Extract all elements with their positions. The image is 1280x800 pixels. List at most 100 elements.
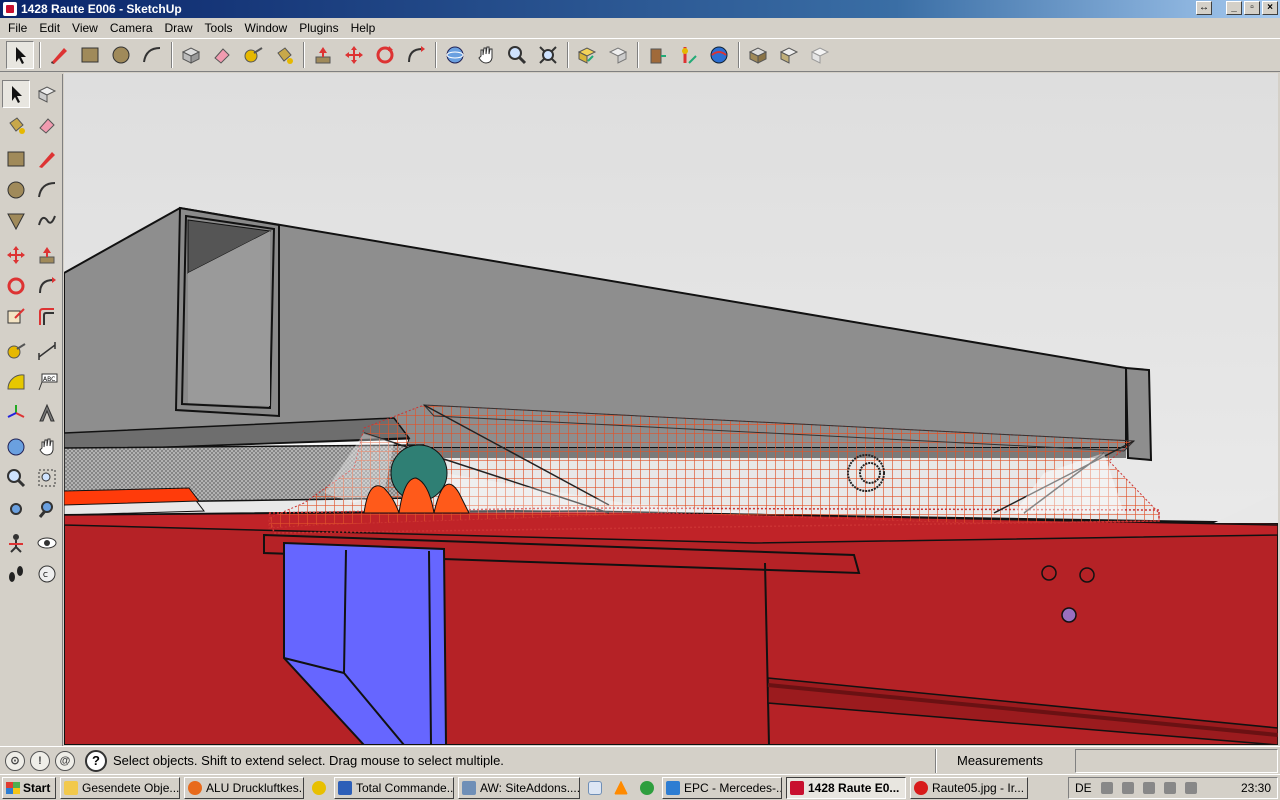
measurements-field[interactable]: [1075, 749, 1278, 773]
model-viewport[interactable]: [64, 73, 1278, 745]
look-around-icon[interactable]: [33, 529, 61, 557]
menu-help[interactable]: Help: [345, 21, 382, 35]
task-label: AW: SiteAddons....: [480, 780, 580, 795]
position-camera-icon[interactable]: [2, 529, 30, 557]
walk-footsteps-icon[interactable]: [2, 560, 30, 588]
user-icon[interactable]: @: [55, 750, 75, 771]
push-pull-icon[interactable]: [309, 41, 337, 69]
polygon-tool-icon[interactable]: [2, 207, 30, 235]
menu-view[interactable]: View: [66, 21, 104, 35]
task-sketchup[interactable]: 1428 Raute E0...: [786, 776, 906, 799]
pencil-tool-icon[interactable]: [33, 145, 61, 173]
components-icon[interactable]: [744, 41, 772, 69]
zoom-icon[interactable]: [2, 464, 30, 492]
rotate-tool-icon[interactable]: [371, 41, 399, 69]
task-total-commander[interactable]: Total Commande...: [334, 776, 454, 799]
language-indicator[interactable]: DE: [1075, 781, 1092, 795]
zoom-icon[interactable]: [503, 41, 531, 69]
paint-bucket-icon[interactable]: [270, 41, 298, 69]
next-view-icon[interactable]: [604, 41, 632, 69]
menu-edit[interactable]: Edit: [33, 21, 66, 35]
tray-expand-icon[interactable]: [1100, 782, 1113, 794]
select-tool-icon[interactable]: [6, 41, 34, 69]
zoom-extents-icon[interactable]: [2, 495, 30, 523]
maximize-button[interactable]: ▫: [1244, 1, 1260, 15]
previous-camera-icon[interactable]: [33, 495, 61, 523]
zoom-extents-icon[interactable]: [534, 41, 562, 69]
arc-tool-icon[interactable]: [138, 41, 166, 69]
clock[interactable]: 23:30: [1241, 781, 1271, 795]
app-icon: [312, 780, 326, 795]
rectangle-tool-icon[interactable]: [76, 41, 104, 69]
make-component-icon[interactable]: [177, 41, 205, 69]
select-tool-icon[interactable]: [2, 80, 30, 108]
offset-tool-icon[interactable]: [33, 303, 61, 331]
flag-icon[interactable]: [1121, 782, 1134, 794]
paint-bucket-icon[interactable]: [2, 111, 30, 139]
rectangle-tool-icon[interactable]: [2, 145, 30, 173]
follow-me-icon[interactable]: [402, 41, 430, 69]
tape-measure-icon[interactable]: [239, 41, 267, 69]
menu-plugins[interactable]: Plugins: [293, 21, 344, 35]
arc-tool-icon[interactable]: [33, 176, 61, 204]
quicklaunch-item[interactable]: [584, 777, 606, 799]
text-tool-icon[interactable]: ABC: [33, 368, 61, 396]
orbit-icon[interactable]: [2, 433, 30, 461]
freehand-tool-icon[interactable]: [33, 207, 61, 235]
circle-tool-icon[interactable]: [107, 41, 135, 69]
help-icon[interactable]: ?: [85, 749, 107, 772]
axes-tool-icon[interactable]: [2, 399, 30, 427]
push-pull-icon[interactable]: [33, 241, 61, 269]
menu-window[interactable]: Window: [239, 21, 294, 35]
restore-down-icon[interactable]: ↔: [1196, 1, 1212, 15]
get-models-icon[interactable]: [643, 41, 671, 69]
credits-icon[interactable]: !: [30, 750, 50, 771]
task-irfanview[interactable]: Raute05.jpg - Ir...: [910, 776, 1028, 799]
pencil-tool-icon[interactable]: [45, 41, 73, 69]
eraser-tool-icon[interactable]: [208, 41, 236, 69]
protractor-icon[interactable]: [2, 368, 30, 396]
3d-text-icon[interactable]: [33, 399, 61, 427]
menu-draw[interactable]: Draw: [159, 21, 199, 35]
share-component-icon[interactable]: [806, 41, 834, 69]
quicklaunch-item[interactable]: [636, 777, 658, 799]
zoom-window-icon[interactable]: [33, 464, 61, 492]
gray-beam-far-end: [1124, 366, 1153, 462]
rotate-tool-icon[interactable]: [2, 272, 30, 300]
pan-hand-icon[interactable]: [33, 433, 61, 461]
circle-tool-icon[interactable]: [2, 176, 30, 204]
place-model-icon[interactable]: [674, 41, 702, 69]
previous-view-icon[interactable]: [573, 41, 601, 69]
network-signal-icon[interactable]: [1163, 782, 1176, 794]
task-outlook-sent[interactable]: Gesendete Obje...: [60, 776, 180, 799]
make-component-icon[interactable]: [33, 80, 61, 108]
section-plane-icon[interactable]: C: [33, 560, 61, 588]
task-mail[interactable]: AW: SiteAddons....: [458, 776, 580, 799]
geo-location-icon[interactable]: ⊙: [5, 750, 25, 771]
task-firefox[interactable]: ALU Druckluftkes...: [184, 776, 304, 799]
menu-file[interactable]: File: [2, 21, 33, 35]
move-tool-icon[interactable]: [2, 241, 30, 269]
task-epc[interactable]: EPC - Mercedes-...: [662, 776, 782, 799]
pan-hand-icon[interactable]: [472, 41, 500, 69]
sketchup-app-icon: [3, 2, 17, 16]
tape-measure-icon[interactable]: [2, 337, 30, 365]
quicklaunch-item[interactable]: [610, 777, 632, 799]
system-tray: DE 23:30: [1068, 777, 1278, 799]
orbit-icon[interactable]: [441, 41, 469, 69]
share-model-icon[interactable]: [775, 41, 803, 69]
scale-tool-icon[interactable]: [2, 303, 30, 331]
dimension-tool-icon[interactable]: [33, 337, 61, 365]
google-earth-icon[interactable]: [705, 41, 733, 69]
minimize-button[interactable]: _: [1226, 1, 1242, 15]
quicklaunch-item[interactable]: [308, 777, 330, 799]
eraser-tool-icon[interactable]: [33, 111, 61, 139]
follow-me-icon[interactable]: [33, 272, 61, 300]
volume-icon[interactable]: [1184, 782, 1197, 794]
move-tool-icon[interactable]: [340, 41, 368, 69]
security-icon[interactable]: [1142, 782, 1155, 794]
menu-tools[interactable]: Tools: [199, 21, 239, 35]
start-button[interactable]: Start: [2, 776, 56, 799]
close-button[interactable]: ×: [1262, 1, 1278, 15]
menu-camera[interactable]: Camera: [104, 21, 159, 35]
